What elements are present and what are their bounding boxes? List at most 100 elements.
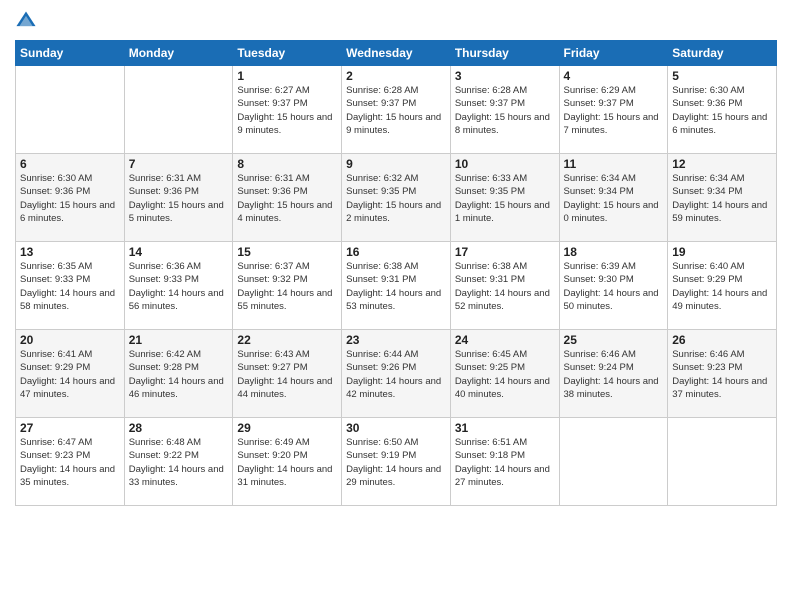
day-info: Sunrise: 6:46 AM Sunset: 9:23 PM Dayligh… [672, 348, 772, 401]
day-number: 7 [129, 157, 229, 171]
day-number: 30 [346, 421, 446, 435]
day-info: Sunrise: 6:45 AM Sunset: 9:25 PM Dayligh… [455, 348, 555, 401]
calendar-cell: 5Sunrise: 6:30 AM Sunset: 9:36 PM Daylig… [668, 66, 777, 154]
calendar-cell: 25Sunrise: 6:46 AM Sunset: 9:24 PM Dayli… [559, 330, 668, 418]
day-info: Sunrise: 6:46 AM Sunset: 9:24 PM Dayligh… [564, 348, 664, 401]
day-number: 10 [455, 157, 555, 171]
day-number: 18 [564, 245, 664, 259]
calendar-week-row: 6Sunrise: 6:30 AM Sunset: 9:36 PM Daylig… [16, 154, 777, 242]
weekday-header: Saturday [668, 41, 777, 66]
weekday-header: Tuesday [233, 41, 342, 66]
day-info: Sunrise: 6:47 AM Sunset: 9:23 PM Dayligh… [20, 436, 120, 489]
calendar-cell: 10Sunrise: 6:33 AM Sunset: 9:35 PM Dayli… [450, 154, 559, 242]
day-number: 26 [672, 333, 772, 347]
day-info: Sunrise: 6:38 AM Sunset: 9:31 PM Dayligh… [346, 260, 446, 313]
calendar-cell: 24Sunrise: 6:45 AM Sunset: 9:25 PM Dayli… [450, 330, 559, 418]
day-info: Sunrise: 6:29 AM Sunset: 9:37 PM Dayligh… [564, 84, 664, 137]
calendar-cell: 31Sunrise: 6:51 AM Sunset: 9:18 PM Dayli… [450, 418, 559, 506]
day-number: 19 [672, 245, 772, 259]
calendar-cell: 18Sunrise: 6:39 AM Sunset: 9:30 PM Dayli… [559, 242, 668, 330]
calendar-cell [124, 66, 233, 154]
day-number: 9 [346, 157, 446, 171]
day-info: Sunrise: 6:42 AM Sunset: 9:28 PM Dayligh… [129, 348, 229, 401]
calendar-week-row: 27Sunrise: 6:47 AM Sunset: 9:23 PM Dayli… [16, 418, 777, 506]
day-info: Sunrise: 6:37 AM Sunset: 9:32 PM Dayligh… [237, 260, 337, 313]
day-number: 22 [237, 333, 337, 347]
calendar-cell: 2Sunrise: 6:28 AM Sunset: 9:37 PM Daylig… [342, 66, 451, 154]
day-info: Sunrise: 6:40 AM Sunset: 9:29 PM Dayligh… [672, 260, 772, 313]
calendar-cell: 22Sunrise: 6:43 AM Sunset: 9:27 PM Dayli… [233, 330, 342, 418]
calendar-week-row: 1Sunrise: 6:27 AM Sunset: 9:37 PM Daylig… [16, 66, 777, 154]
day-info: Sunrise: 6:31 AM Sunset: 9:36 PM Dayligh… [237, 172, 337, 225]
calendar-cell: 15Sunrise: 6:37 AM Sunset: 9:32 PM Dayli… [233, 242, 342, 330]
header [15, 10, 777, 32]
day-info: Sunrise: 6:41 AM Sunset: 9:29 PM Dayligh… [20, 348, 120, 401]
day-number: 1 [237, 69, 337, 83]
day-number: 13 [20, 245, 120, 259]
day-info: Sunrise: 6:34 AM Sunset: 9:34 PM Dayligh… [564, 172, 664, 225]
day-info: Sunrise: 6:44 AM Sunset: 9:26 PM Dayligh… [346, 348, 446, 401]
day-number: 2 [346, 69, 446, 83]
day-number: 31 [455, 421, 555, 435]
day-number: 8 [237, 157, 337, 171]
day-number: 20 [20, 333, 120, 347]
day-number: 23 [346, 333, 446, 347]
calendar-cell: 8Sunrise: 6:31 AM Sunset: 9:36 PM Daylig… [233, 154, 342, 242]
weekday-header: Thursday [450, 41, 559, 66]
calendar-cell: 1Sunrise: 6:27 AM Sunset: 9:37 PM Daylig… [233, 66, 342, 154]
day-number: 4 [564, 69, 664, 83]
day-info: Sunrise: 6:27 AM Sunset: 9:37 PM Dayligh… [237, 84, 337, 137]
calendar-cell: 3Sunrise: 6:28 AM Sunset: 9:37 PM Daylig… [450, 66, 559, 154]
day-info: Sunrise: 6:34 AM Sunset: 9:34 PM Dayligh… [672, 172, 772, 225]
day-number: 3 [455, 69, 555, 83]
day-info: Sunrise: 6:36 AM Sunset: 9:33 PM Dayligh… [129, 260, 229, 313]
day-number: 21 [129, 333, 229, 347]
day-number: 25 [564, 333, 664, 347]
day-number: 14 [129, 245, 229, 259]
day-info: Sunrise: 6:35 AM Sunset: 9:33 PM Dayligh… [20, 260, 120, 313]
day-info: Sunrise: 6:30 AM Sunset: 9:36 PM Dayligh… [20, 172, 120, 225]
day-info: Sunrise: 6:28 AM Sunset: 9:37 PM Dayligh… [455, 84, 555, 137]
day-number: 24 [455, 333, 555, 347]
logo [15, 10, 41, 32]
calendar-cell [16, 66, 125, 154]
calendar: SundayMondayTuesdayWednesdayThursdayFrid… [15, 40, 777, 506]
day-info: Sunrise: 6:48 AM Sunset: 9:22 PM Dayligh… [129, 436, 229, 489]
day-info: Sunrise: 6:49 AM Sunset: 9:20 PM Dayligh… [237, 436, 337, 489]
page: SundayMondayTuesdayWednesdayThursdayFrid… [0, 0, 792, 612]
day-number: 6 [20, 157, 120, 171]
calendar-cell: 28Sunrise: 6:48 AM Sunset: 9:22 PM Dayli… [124, 418, 233, 506]
weekday-header: Monday [124, 41, 233, 66]
day-number: 12 [672, 157, 772, 171]
calendar-cell [668, 418, 777, 506]
day-info: Sunrise: 6:31 AM Sunset: 9:36 PM Dayligh… [129, 172, 229, 225]
logo-icon [15, 10, 37, 32]
weekday-header: Friday [559, 41, 668, 66]
day-info: Sunrise: 6:38 AM Sunset: 9:31 PM Dayligh… [455, 260, 555, 313]
calendar-cell: 11Sunrise: 6:34 AM Sunset: 9:34 PM Dayli… [559, 154, 668, 242]
day-number: 5 [672, 69, 772, 83]
calendar-cell: 9Sunrise: 6:32 AM Sunset: 9:35 PM Daylig… [342, 154, 451, 242]
calendar-cell: 6Sunrise: 6:30 AM Sunset: 9:36 PM Daylig… [16, 154, 125, 242]
calendar-cell: 17Sunrise: 6:38 AM Sunset: 9:31 PM Dayli… [450, 242, 559, 330]
calendar-cell [559, 418, 668, 506]
day-info: Sunrise: 6:43 AM Sunset: 9:27 PM Dayligh… [237, 348, 337, 401]
calendar-cell: 19Sunrise: 6:40 AM Sunset: 9:29 PM Dayli… [668, 242, 777, 330]
day-info: Sunrise: 6:30 AM Sunset: 9:36 PM Dayligh… [672, 84, 772, 137]
calendar-cell: 27Sunrise: 6:47 AM Sunset: 9:23 PM Dayli… [16, 418, 125, 506]
calendar-cell: 7Sunrise: 6:31 AM Sunset: 9:36 PM Daylig… [124, 154, 233, 242]
day-number: 15 [237, 245, 337, 259]
calendar-cell: 30Sunrise: 6:50 AM Sunset: 9:19 PM Dayli… [342, 418, 451, 506]
day-number: 11 [564, 157, 664, 171]
day-info: Sunrise: 6:50 AM Sunset: 9:19 PM Dayligh… [346, 436, 446, 489]
day-number: 16 [346, 245, 446, 259]
day-info: Sunrise: 6:32 AM Sunset: 9:35 PM Dayligh… [346, 172, 446, 225]
calendar-cell: 16Sunrise: 6:38 AM Sunset: 9:31 PM Dayli… [342, 242, 451, 330]
calendar-cell: 20Sunrise: 6:41 AM Sunset: 9:29 PM Dayli… [16, 330, 125, 418]
calendar-cell: 29Sunrise: 6:49 AM Sunset: 9:20 PM Dayli… [233, 418, 342, 506]
day-info: Sunrise: 6:51 AM Sunset: 9:18 PM Dayligh… [455, 436, 555, 489]
day-info: Sunrise: 6:28 AM Sunset: 9:37 PM Dayligh… [346, 84, 446, 137]
calendar-week-row: 20Sunrise: 6:41 AM Sunset: 9:29 PM Dayli… [16, 330, 777, 418]
day-number: 29 [237, 421, 337, 435]
day-number: 28 [129, 421, 229, 435]
